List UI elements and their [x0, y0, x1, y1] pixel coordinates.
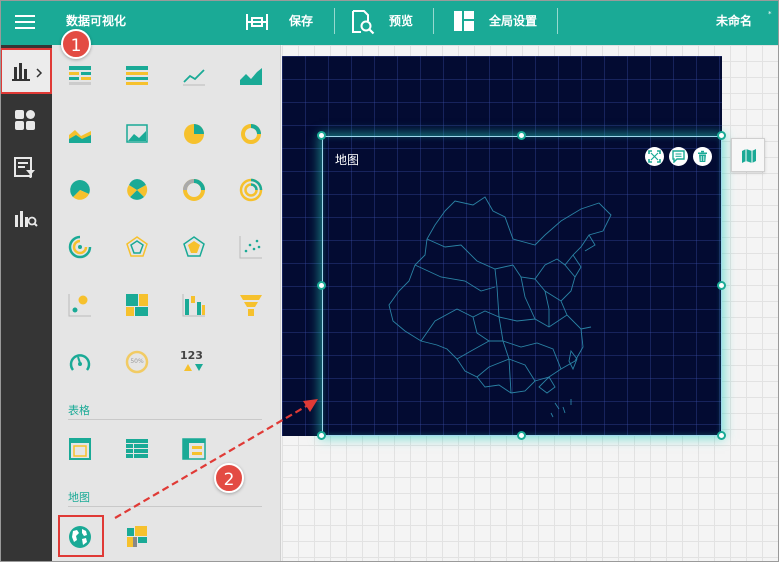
drag-arrow: [114, 399, 318, 519]
